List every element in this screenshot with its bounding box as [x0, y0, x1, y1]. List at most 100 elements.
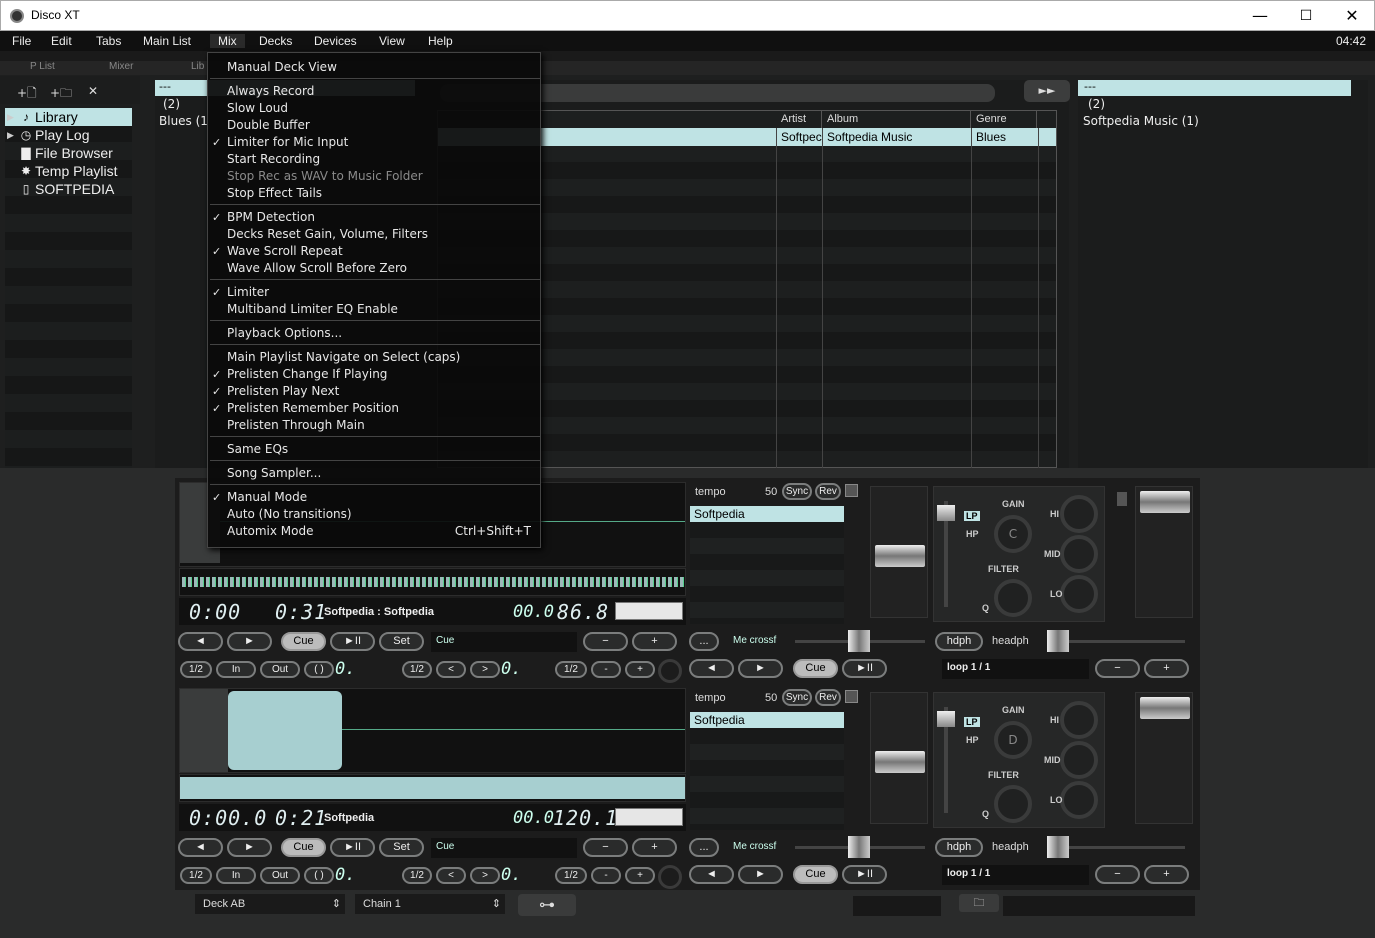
set-button[interactable]: Set: [379, 632, 424, 651]
cue-field[interactable]: Cue: [431, 838, 577, 858]
col-header-genre[interactable]: Genre: [971, 111, 1037, 128]
loop-toggle-button[interactable]: ( ): [304, 867, 334, 884]
deck-select[interactable]: Deck AB ⇕: [195, 894, 345, 914]
tab-lib[interactable]: Lib: [191, 61, 204, 72]
loop-out-button[interactable]: Out: [260, 661, 300, 678]
hi-knob[interactable]: [1060, 495, 1098, 533]
gain-knob[interactable]: D: [994, 721, 1032, 759]
jump-half-button[interactable]: 1/2: [402, 661, 432, 678]
prev-button[interactable]: ◄: [178, 632, 223, 651]
filter-slider-knob[interactable]: [937, 711, 955, 727]
loop-in-button[interactable]: In: [216, 661, 256, 678]
lo-knob[interactable]: [1060, 575, 1098, 613]
menu-item[interactable]: Always Record: [208, 83, 542, 100]
list-item[interactable]: Softpedia: [690, 506, 844, 522]
menu-item[interactable]: Prelisten Through Main: [208, 417, 542, 434]
deck-checkbox[interactable]: [845, 484, 858, 497]
fx-half-button[interactable]: 1/2: [555, 867, 587, 884]
q-knob[interactable]: [994, 785, 1032, 823]
hp-label[interactable]: HP: [966, 529, 979, 539]
prelisten-next-button[interactable]: ►: [738, 659, 783, 678]
loop-half-button[interactable]: 1/2: [180, 661, 212, 678]
deck-checkbox[interactable]: [845, 690, 858, 703]
prelisten-play-button[interactable]: ►II: [842, 865, 887, 884]
expand-arrow-icon[interactable]: ▶: [7, 126, 14, 144]
prelisten-prev-button[interactable]: ◄: [689, 865, 734, 884]
menu-item[interactable]: Slow Loud: [208, 100, 542, 117]
menu-item[interactable]: Decks Reset Gain, Volume, Filters: [208, 226, 542, 243]
loop-in-button[interactable]: In: [216, 867, 256, 884]
sync-button[interactable]: Sync: [782, 689, 812, 706]
menu-item[interactable]: Wave Allow Scroll Before Zero: [208, 260, 542, 277]
prelisten-play-button[interactable]: ►II: [842, 659, 887, 678]
hi-knob[interactable]: [1060, 701, 1098, 739]
volume-fader[interactable]: [870, 486, 928, 618]
jump-forward-button[interactable]: >: [470, 661, 500, 678]
lp-label[interactable]: LP: [964, 717, 980, 727]
genre-item[interactable]: Blues (1: [159, 114, 208, 128]
deck-2-waveform-zoom[interactable]: [179, 688, 686, 773]
menu-item[interactable]: Same EQs: [208, 441, 542, 458]
deck-1-waveform-overview[interactable]: [179, 568, 686, 596]
menu-item[interactable]: Main Playlist Navigate on Select (caps): [208, 349, 542, 366]
menu-item[interactable]: Song Sampler...: [208, 465, 542, 482]
prelisten-prev-button[interactable]: ◄: [689, 659, 734, 678]
loop-minus-button[interactable]: −: [1095, 865, 1140, 884]
pitch-fader[interactable]: [1135, 486, 1193, 618]
volume-fader[interactable]: [870, 692, 928, 824]
menu-edit[interactable]: Edit: [51, 34, 72, 48]
tab-plist[interactable]: P List: [30, 61, 55, 72]
jump-back-button[interactable]: <: [436, 661, 466, 678]
col-header-artist[interactable]: Artist: [776, 111, 822, 128]
chain-select[interactable]: Chain 1 ⇕: [355, 894, 505, 914]
tree-item-library[interactable]: ▶ ♪ Library: [5, 108, 132, 126]
album-item[interactable]: Softpedia Music (1): [1083, 114, 1199, 128]
mid-knob[interactable]: [1060, 741, 1098, 779]
list-item[interactable]: Softpedia: [690, 712, 844, 728]
menu-item[interactable]: ✓ Prelisten Change If Playing: [208, 366, 542, 383]
prev-button[interactable]: ◄: [178, 838, 223, 857]
hdph-button[interactable]: hdph: [935, 632, 983, 651]
cue-field[interactable]: Cue: [431, 632, 577, 652]
loop-minus-button[interactable]: −: [1095, 659, 1140, 678]
fx-half-button[interactable]: 1/2: [555, 661, 587, 678]
menu-item[interactable]: Playback Options...: [208, 325, 542, 342]
loop-half-button[interactable]: 1/2: [180, 867, 212, 884]
play-pause-button[interactable]: ►II: [330, 632, 375, 651]
hp-label[interactable]: HP: [966, 735, 979, 745]
loop-toggle-button[interactable]: ( ): [304, 661, 334, 678]
menu-item[interactable]: ✓ Limiter for Mic Input: [208, 134, 542, 151]
menu-view[interactable]: View: [379, 34, 405, 48]
jump-forward-button[interactable]: >: [470, 867, 500, 884]
jump-half-button[interactable]: 1/2: [402, 867, 432, 884]
next-button[interactable]: ►: [227, 632, 272, 651]
headphone-mix-knob[interactable]: [1047, 630, 1069, 652]
mid-knob[interactable]: [1060, 535, 1098, 573]
fader-knob[interactable]: [1140, 697, 1190, 719]
menu-mix[interactable]: Mix: [210, 34, 245, 48]
crossfader-knob[interactable]: [848, 630, 870, 652]
tree-item-temp-playlist[interactable]: ✸ Temp Playlist: [5, 162, 132, 180]
fx-plus-button[interactable]: +: [625, 661, 655, 678]
menu-item[interactable]: Double Buffer: [208, 117, 542, 134]
fx-knob[interactable]: [658, 659, 682, 683]
menu-item[interactable]: Manual Deck View: [208, 59, 542, 76]
loop-plus-button[interactable]: +: [1144, 659, 1189, 678]
more-button[interactable]: ...: [689, 632, 719, 651]
reverse-button[interactable]: Rev: [815, 483, 841, 500]
tree-item-softpedia[interactable]: ▯ SOFTPEDIA: [5, 180, 132, 198]
gain-knob[interactable]: C: [994, 515, 1032, 553]
q-knob[interactable]: [994, 579, 1032, 617]
close-button[interactable]: ✕: [1329, 1, 1375, 31]
menu-file[interactable]: File: [12, 34, 31, 48]
fx-plus-button[interactable]: +: [625, 867, 655, 884]
fader-knob[interactable]: [875, 545, 925, 567]
more-button[interactable]: ...: [689, 838, 719, 857]
menu-tabs[interactable]: Tabs: [96, 34, 121, 48]
col-header-album[interactable]: Album: [822, 111, 971, 128]
menu-item[interactable]: Multiband Limiter EQ Enable: [208, 301, 542, 318]
headphone-mix-knob[interactable]: [1047, 836, 1069, 858]
next-button[interactable]: ►: [227, 838, 272, 857]
menu-item[interactable]: Automix Mode Ctrl+Shift+T: [208, 523, 542, 540]
plus-button[interactable]: +: [632, 838, 677, 857]
